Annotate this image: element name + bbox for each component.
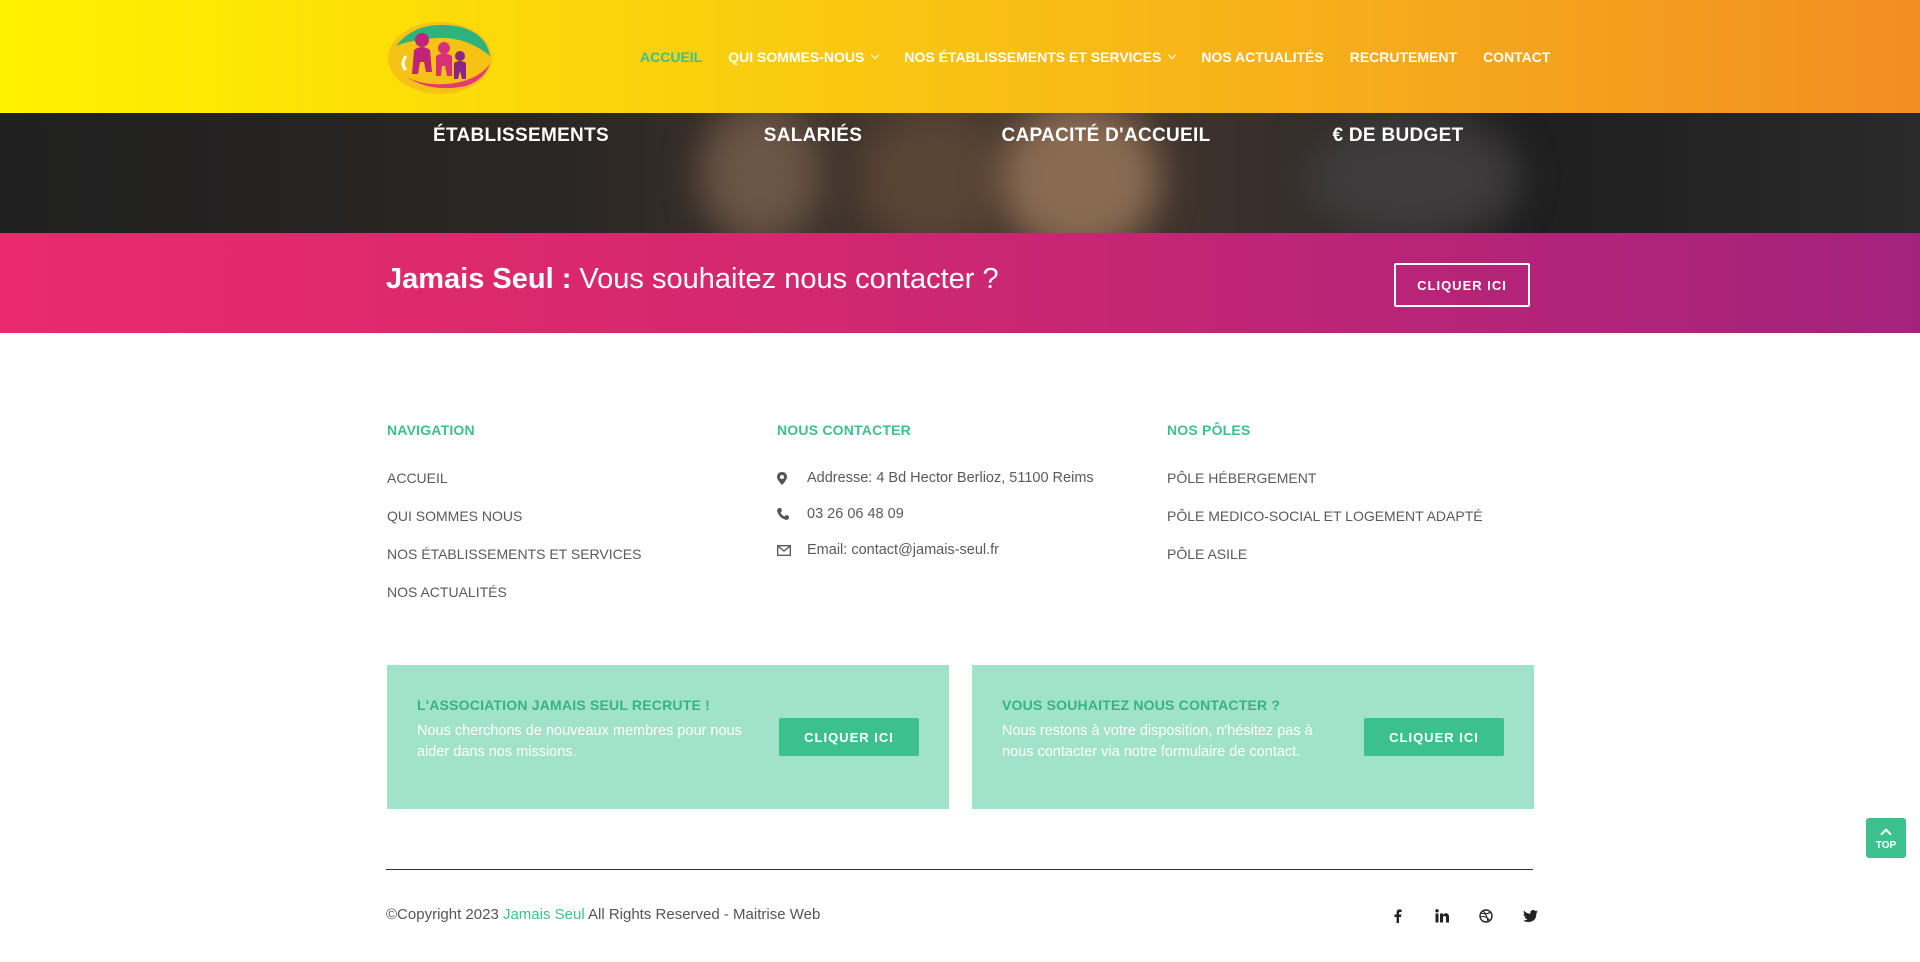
nav-contact-label: CONTACT [1483, 48, 1551, 65]
nav-accueil[interactable]: ACCUEIL [640, 49, 702, 65]
nav-actualites-label: NOS ACTUALITÉS [1201, 48, 1324, 65]
nav-contact[interactable]: CONTACT [1483, 49, 1550, 65]
linkedin-icon[interactable] [1420, 906, 1464, 926]
nav-etablissements[interactable]: NOS ÉTABLISSEMENTS ET SERVICES [904, 48, 1177, 65]
chevron-down-icon [871, 50, 880, 59]
footer-link-pole-asile[interactable]: PÔLE ASILE [1167, 544, 1483, 582]
footer-navigation: NAVIGATION ACCUEIL QUI SOMMES NOUS NOS É… [387, 422, 641, 620]
copyright: ©Copyright 2023 Jamais Seul All Rights R… [386, 906, 820, 923]
contact-email: Email: contact@jamais-seul.fr [777, 532, 1094, 568]
nav-etablissements-label: NOS ÉTABLISSEMENTS ET SERVICES [904, 48, 1162, 65]
contact-address: Addresse: 4 Bd Hector Berlioz, 51100 Rei… [777, 460, 1094, 496]
site-logo[interactable] [386, 16, 494, 96]
footer-link-pole-hebergement[interactable]: PÔLE HÉBERGEMENT [1167, 468, 1483, 506]
recruit-click-button[interactable]: CLIQUER ICI [779, 718, 919, 756]
footer-link-pole-medico-social[interactable]: PÔLE MEDICO-SOCIAL ET LOGEMENT ADAPTÉ [1167, 506, 1483, 544]
stat-budget: € DE BUDGET [1332, 125, 1464, 146]
copyright-suffix: All Rights Reserved - Maitrise Web [584, 906, 821, 923]
stats-band: ÉTABLISSEMENTS SALARIÉS CAPACITÉ D'ACCUE… [0, 113, 1920, 233]
facebook-icon[interactable] [1376, 906, 1420, 926]
twitter-icon[interactable] [1508, 906, 1552, 926]
footer-link-qui-sommes-nous[interactable]: QUI SOMMES NOUS [387, 506, 641, 544]
contact-box: VOUS SOUHAITEZ NOUS CONTACTER ? Nous res… [972, 665, 1534, 809]
dribbble-icon[interactable] [1464, 906, 1508, 926]
site-header: ACCUEIL QUI SOMMES-NOUS NOS ÉTABLISSEMEN… [0, 0, 1920, 113]
footer-contact: NOUS CONTACTER Addresse: 4 Bd Hector Ber… [777, 422, 1094, 568]
footer-link-accueil[interactable]: ACCUEIL [387, 468, 641, 506]
social-links [1376, 906, 1552, 926]
map-pin-icon [777, 471, 807, 485]
contact-box-title: VOUS SOUHAITEZ NOUS CONTACTER ? [1002, 697, 1281, 713]
phone-icon [777, 508, 807, 520]
recruit-box-text: Nous cherchons de nouveaux membres pour … [417, 723, 742, 760]
nav-recrutement-label: RECRUTEMENT [1349, 48, 1458, 65]
recruit-box: L'ASSOCIATION JAMAIS SEUL RECRUTE ! Nous… [387, 665, 949, 809]
stat-salaries: SALARIÉS [763, 125, 863, 146]
nav-accueil-label: ACCUEIL [640, 48, 703, 65]
nav-qui-sommes-nous-label: QUI SOMMES-NOUS [728, 48, 865, 65]
cta-title: Jamais Seul : Vous souhaitez nous contac… [386, 263, 999, 296]
cta-title-brand: Jamais Seul : [386, 263, 572, 295]
scroll-to-top-button[interactable]: TOP [1866, 818, 1906, 858]
cta-title-text: Vous souhaitez nous contacter ? [571, 263, 999, 295]
contact-phone: 03 26 06 48 09 [777, 496, 1094, 532]
contact-phone-text[interactable]: 03 26 06 48 09 [807, 506, 904, 522]
footer-link-etablissements[interactable]: NOS ÉTABLISSEMENTS ET SERVICES [387, 544, 641, 582]
cta-click-button[interactable]: CLIQUER ICI [1394, 263, 1530, 307]
footer-contact-title: NOUS CONTACTER [777, 422, 911, 438]
footer-navigation-title: NAVIGATION [387, 422, 475, 438]
chevron-down-icon [1168, 50, 1177, 59]
stat-etablissements: ÉTABLISSEMENTS [433, 125, 609, 146]
copyright-prefix: ©Copyright 2023 [386, 906, 503, 923]
contact-email-text[interactable]: Email: contact@jamais-seul.fr [807, 542, 999, 558]
contact-click-button[interactable]: CLIQUER ICI [1364, 718, 1504, 756]
nav-recrutement[interactable]: RECRUTEMENT [1350, 49, 1457, 65]
contact-address-text: Addresse: 4 Bd Hector Berlioz, 51100 Rei… [807, 470, 1094, 486]
footer-link-actualites[interactable]: NOS ACTUALITÉS [387, 582, 641, 620]
scroll-to-top-label: TOP [1875, 839, 1897, 851]
nav-qui-sommes-nous[interactable]: QUI SOMMES-NOUS [728, 48, 880, 65]
contact-box-text: Nous restons à votre disposition, n'hési… [1002, 723, 1313, 760]
nav-actualites[interactable]: NOS ACTUALITÉS [1201, 49, 1323, 65]
main-nav: ACCUEIL QUI SOMMES-NOUS NOS ÉTABLISSEMEN… [640, 0, 1576, 113]
stat-capacite: CAPACITÉ D'ACCUEIL [1001, 125, 1211, 146]
chevron-up-icon [1880, 827, 1892, 840]
footer-poles: NOS PÔLES PÔLE HÉBERGEMENT PÔLE MEDICO-S… [1167, 422, 1483, 582]
footer-poles-title: NOS PÔLES [1167, 422, 1251, 438]
recruit-box-title: L'ASSOCIATION JAMAIS SEUL RECRUTE ! [417, 697, 710, 713]
footer-divider [386, 869, 1533, 870]
copyright-brand-link[interactable]: Jamais Seul [503, 906, 585, 923]
envelope-icon [777, 544, 807, 556]
contact-cta-band: Jamais Seul : Vous souhaitez nous contac… [0, 233, 1920, 333]
